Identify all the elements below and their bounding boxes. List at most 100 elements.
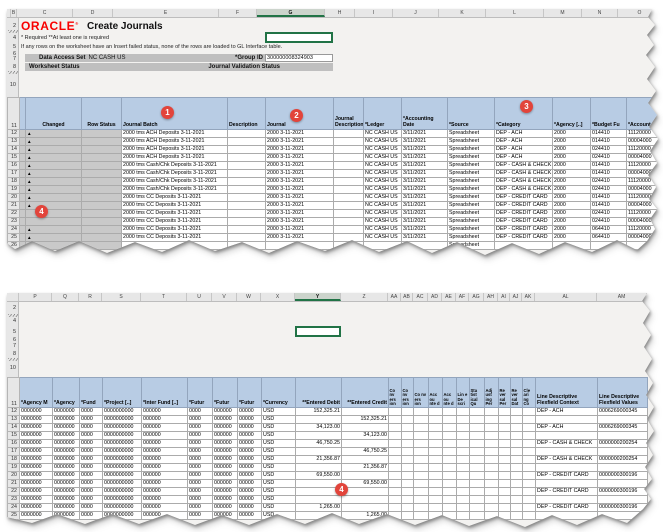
- cell[interactable]: [414, 456, 429, 464]
- column-header-R[interactable]: R: [79, 293, 102, 301]
- cell[interactable]: [389, 464, 402, 472]
- cell[interactable]: NC CASH US: [364, 178, 402, 186]
- column-header-AB[interactable]: AB: [401, 293, 413, 301]
- cell[interactable]: [402, 472, 414, 480]
- cell[interactable]: 0000: [80, 488, 103, 496]
- cell[interactable]: 0000000: [20, 464, 53, 472]
- cell[interactable]: [499, 424, 511, 432]
- column-header-AJ[interactable]: AJ: [510, 293, 522, 301]
- cell[interactable]: [499, 512, 511, 520]
- cell[interactable]: 0000000000: [103, 456, 142, 464]
- cell[interactable]: 2000: [553, 138, 591, 146]
- column-header[interactable]: *Futur: [188, 378, 213, 408]
- cell[interactable]: 0000000000: [103, 432, 142, 440]
- cell[interactable]: [334, 178, 364, 186]
- cell[interactable]: 0000000: [53, 512, 80, 520]
- cell[interactable]: ▲: [26, 138, 82, 146]
- cell[interactable]: 000000: [142, 488, 188, 496]
- cell[interactable]: 69,550.00: [296, 472, 342, 480]
- cell[interactable]: [228, 162, 266, 170]
- row-number[interactable]: 13: [8, 416, 20, 424]
- cell[interactable]: [470, 416, 485, 424]
- cell[interactable]: [82, 194, 122, 202]
- column-header[interactable]: Sta tist ical Qu: [470, 378, 485, 408]
- cell[interactable]: DEP - CREDIT CARD: [536, 488, 598, 496]
- cell[interactable]: 0000: [80, 504, 103, 512]
- cell[interactable]: [485, 496, 499, 504]
- row-number[interactable]: 26: [8, 242, 20, 250]
- row-number[interactable]: 24: [8, 226, 20, 234]
- column-header[interactable]: *Budget Fu: [591, 98, 627, 130]
- cell[interactable]: [389, 424, 402, 432]
- cell[interactable]: 0000000000: [103, 408, 142, 416]
- cell[interactable]: 2000 3-11-2021: [266, 162, 334, 170]
- cell[interactable]: 00004000: [627, 218, 663, 226]
- cell[interactable]: 014410: [591, 194, 627, 202]
- cell[interactable]: ▲: [26, 162, 82, 170]
- cell[interactable]: 024410: [591, 210, 627, 218]
- cell[interactable]: [470, 472, 485, 480]
- row-number[interactable]: 14: [8, 424, 20, 432]
- column-header[interactable]: Adj ust ing Per: [485, 378, 499, 408]
- cell[interactable]: 0000000000: [103, 480, 142, 488]
- column-header-P[interactable]: P: [19, 293, 52, 301]
- cell[interactable]: [342, 472, 389, 480]
- cell[interactable]: 2000 tms CC Deposits 3-11-2021: [122, 194, 228, 202]
- cell[interactable]: 2000: [553, 154, 591, 162]
- column-header-AC[interactable]: AC: [413, 293, 428, 301]
- cell[interactable]: 0000: [80, 480, 103, 488]
- cell[interactable]: [429, 488, 443, 496]
- cell[interactable]: DEP - ACH: [495, 138, 553, 146]
- cell[interactable]: 000000: [142, 496, 188, 504]
- cell[interactable]: [414, 416, 429, 424]
- cell[interactable]: 11120000: [627, 194, 663, 202]
- row-number[interactable]: 16: [8, 440, 20, 448]
- column-header-O[interactable]: O: [618, 9, 662, 17]
- cell[interactable]: [402, 464, 414, 472]
- cell[interactable]: DEP - ACH: [495, 154, 553, 162]
- cell[interactable]: [485, 472, 499, 480]
- cell[interactable]: 0000: [188, 448, 213, 456]
- cell[interactable]: [342, 496, 389, 504]
- cell[interactable]: 0000: [80, 496, 103, 504]
- cell[interactable]: 0000000: [53, 432, 80, 440]
- cell[interactable]: [364, 242, 402, 250]
- cell[interactable]: [228, 146, 266, 154]
- cell[interactable]: 064410: [591, 234, 627, 242]
- cell[interactable]: [457, 440, 470, 448]
- cell[interactable]: [402, 456, 414, 464]
- cell[interactable]: 0000000000: [103, 424, 142, 432]
- cell[interactable]: 0000: [80, 424, 103, 432]
- cell[interactable]: NC CASH US: [364, 130, 402, 138]
- cell[interactable]: DEP - CREDIT CARD: [495, 226, 553, 234]
- row-number[interactable]: 7: [7, 343, 16, 349]
- column-header-AD[interactable]: AD: [428, 293, 442, 301]
- cell[interactable]: [228, 226, 266, 234]
- cell[interactable]: 000000: [142, 512, 188, 520]
- cell[interactable]: 000000: [213, 488, 238, 496]
- row-number[interactable]: 8: [7, 64, 16, 70]
- cell[interactable]: DEP - CASH & CHECK: [495, 170, 553, 178]
- cell[interactable]: [228, 154, 266, 162]
- cell[interactable]: [499, 408, 511, 416]
- cell[interactable]: [511, 480, 523, 488]
- cell[interactable]: [429, 504, 443, 512]
- cell[interactable]: [414, 504, 429, 512]
- cell[interactable]: DEP - CREDIT CARD: [536, 504, 598, 512]
- cell[interactable]: 0006269000345: [598, 424, 648, 432]
- cell[interactable]: [523, 488, 536, 496]
- column-header-Z[interactable]: Z: [341, 293, 388, 301]
- cell[interactable]: 21,356.87: [342, 464, 389, 472]
- row-number[interactable]: 22: [8, 210, 20, 218]
- cell[interactable]: [523, 480, 536, 488]
- cell[interactable]: [485, 512, 499, 520]
- cell[interactable]: [511, 496, 523, 504]
- cell[interactable]: 2000 3-11-2021: [266, 218, 334, 226]
- cell[interactable]: [228, 218, 266, 226]
- cell[interactable]: 2000 3-11-2021: [266, 226, 334, 234]
- cell[interactable]: [389, 504, 402, 512]
- cell[interactable]: [598, 416, 648, 424]
- cell[interactable]: 000000: [142, 472, 188, 480]
- row-number[interactable]: 4: [7, 35, 16, 41]
- cell[interactable]: 000000: [213, 512, 238, 520]
